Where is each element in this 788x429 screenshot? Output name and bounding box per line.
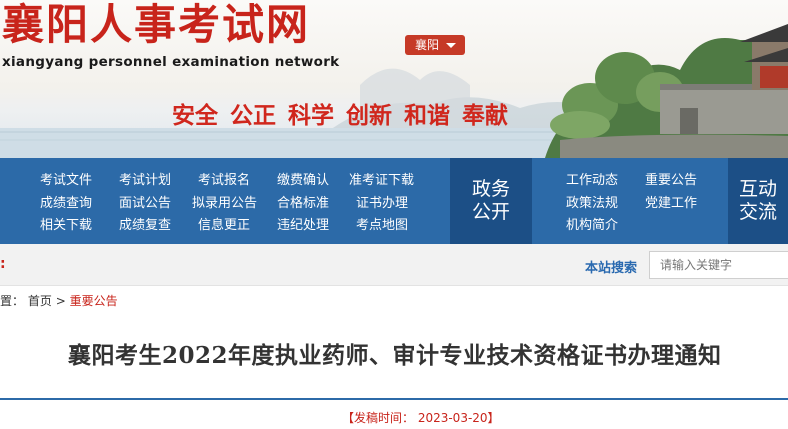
publish-date: 【发稿时间： 2023-03-20】 — [342, 411, 500, 425]
nav-payment-confirm[interactable]: 缴费确认 — [277, 173, 329, 189]
breadcrumb-current[interactable]: 重要公告 — [70, 294, 118, 308]
nav-info-correction[interactable]: 信息更正 — [198, 218, 250, 234]
nav-block-interaction[interactable]: 互动 交流 — [728, 158, 788, 244]
nav-party-building[interactable]: 党建工作 — [645, 196, 697, 212]
nav-score-review[interactable]: 成绩复查 — [119, 218, 171, 234]
nav-pass-standard[interactable]: 合格标准 — [277, 196, 329, 212]
interact-line-1: 互动 — [738, 178, 777, 200]
nav-exam-files[interactable]: 考试文件 — [40, 173, 92, 189]
nav-block-government[interactable]: 政务 公开 — [450, 158, 532, 244]
search-bar: : 本站搜索 请输入关键字 — [0, 244, 788, 286]
site-subtitle: xiangyang personnel examination network — [2, 54, 340, 70]
nav-admission-ticket[interactable]: 准考证下载 — [349, 173, 414, 189]
caret-down-icon — [446, 43, 456, 48]
nav-exam-site-map[interactable]: 考点地图 — [356, 218, 408, 234]
nav-downloads[interactable]: 相关下载 — [40, 218, 92, 234]
nav-certificate[interactable]: 证书办理 — [356, 196, 408, 212]
gov-line-2: 公开 — [471, 201, 510, 223]
main-nav: 考试文件 成绩查询 相关下载 考试计划 面试公告 成绩复查 考试报名 拟录用公告… — [0, 158, 788, 244]
search-label: 本站搜索 — [585, 261, 638, 276]
header-banner: 襄阳人事考试网 xiangyang personnel examination … — [0, 0, 788, 158]
title-divider — [0, 398, 788, 400]
nav-exam-plan[interactable]: 考试计划 — [119, 173, 171, 189]
nav-important-notice[interactable]: 重要公告 — [645, 173, 697, 189]
breadcrumb: 置： 首页 > 重要公告 — [0, 292, 118, 309]
nav-policy[interactable]: 政策法规 — [566, 196, 618, 212]
nav-score-query[interactable]: 成绩查询 — [40, 196, 92, 212]
nav-work-news[interactable]: 工作动态 — [566, 173, 618, 189]
site-title[interactable]: 襄阳人事考试网 — [2, 2, 310, 48]
city-label: 襄阳 — [415, 38, 440, 52]
nav-exam-registration[interactable]: 考试报名 — [198, 173, 250, 189]
nav-interview-notice[interactable]: 面试公告 — [119, 196, 171, 212]
nav-violation-handling[interactable]: 违纪处理 — [277, 218, 329, 234]
breadcrumb-prefix: 置： — [0, 294, 25, 308]
slogan: 安全 公正 科学 创新 和谐 奉献 — [172, 103, 509, 129]
city-select-button[interactable]: 襄阳 — [405, 35, 465, 55]
article-title: 襄阳考生2022年度执业药师、审计专业技术资格证书办理通知 — [68, 342, 722, 369]
nav-hiring-notice[interactable]: 拟录用公告 — [192, 196, 257, 212]
breadcrumb-separator: > — [55, 294, 66, 308]
breadcrumb-home[interactable]: 首页 — [28, 294, 52, 308]
gov-line-1: 政务 — [471, 178, 510, 200]
nav-about[interactable]: 机构简介 — [566, 218, 618, 234]
search-input[interactable]: 请输入关键字 — [649, 251, 788, 279]
interact-line-2: 交流 — [738, 201, 777, 223]
notice-colon: : — [0, 256, 6, 272]
